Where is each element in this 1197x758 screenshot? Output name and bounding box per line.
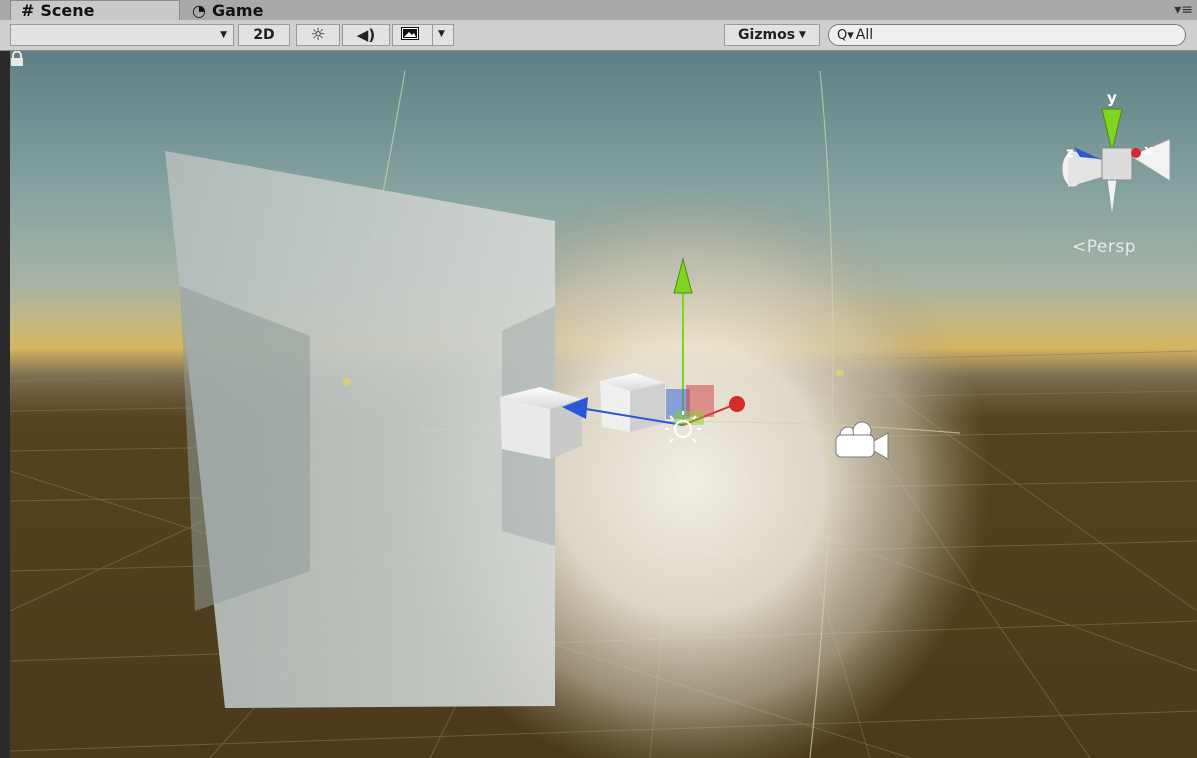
- image-icon: [401, 26, 419, 44]
- scene-viewport[interactable]: y x z <Persp: [10, 51, 1197, 758]
- tab-game[interactable]: ◔ Game: [182, 0, 342, 20]
- light-handle-dot[interactable]: [343, 378, 351, 386]
- pacman-icon: ◔: [192, 0, 206, 20]
- chevron-down-icon: ▼: [799, 30, 806, 40]
- gizmos-dropdown[interactable]: Gizmos ▼: [724, 24, 820, 46]
- hierarchy-search-input[interactable]: Q▾ All: [828, 24, 1186, 46]
- shading-mode-dropdown[interactable]: ▼: [10, 24, 234, 46]
- toggle-2d-label: 2D: [253, 27, 275, 43]
- axis-z-label: z: [1066, 146, 1074, 161]
- unity-scene-window: # Scene ◔ Game ▾≡ ▼ 2D ☼ ◀) ▼ Gizmos ▼ Q…: [0, 0, 1197, 758]
- cube-object[interactable]: [600, 373, 665, 432]
- tab-scene[interactable]: # Scene: [10, 0, 180, 20]
- quad-plane[interactable]: [165, 151, 555, 708]
- hash-grid-icon: #: [21, 1, 35, 20]
- axis-x-label: x: [1144, 143, 1153, 159]
- tab-bar: # Scene ◔ Game ▾≡: [0, 0, 1197, 21]
- scene-render: y x z: [10, 70, 1197, 758]
- sun-icon: ☼: [310, 25, 326, 45]
- scene-toolbar: ▼ 2D ☼ ◀) ▼ Gizmos ▼ Q▾ All: [0, 20, 1197, 51]
- window-menu-icon[interactable]: ▾≡: [1174, 2, 1193, 18]
- toggle-lighting-button[interactable]: ☼: [296, 24, 340, 46]
- orientation-gizmo[interactable]: [1061, 108, 1171, 213]
- tab-scene-label: Scene: [40, 1, 95, 20]
- lock-icon[interactable]: [10, 51, 24, 67]
- effects-divider: [432, 24, 433, 46]
- toggle-audio-button[interactable]: ◀): [342, 24, 390, 46]
- axis-y-label: y: [1107, 89, 1117, 107]
- search-value: All: [855, 27, 874, 43]
- tab-game-label: Game: [211, 0, 264, 20]
- toggle-2d-button[interactable]: 2D: [238, 24, 290, 46]
- gizmos-label: Gizmos: [738, 27, 796, 43]
- projection-toggle[interactable]: <Persp: [1072, 237, 1136, 257]
- light-handle-dot[interactable]: [836, 369, 844, 377]
- cube-object[interactable]: [500, 387, 582, 459]
- search-icon: Q▾: [837, 27, 854, 43]
- chevron-left-icon: <: [1072, 237, 1087, 257]
- projection-label: Persp: [1086, 237, 1136, 257]
- effects-chevron-icon[interactable]: ▼: [438, 29, 445, 39]
- speaker-icon: ◀): [356, 26, 376, 44]
- chevron-down-icon: ▼: [220, 30, 227, 40]
